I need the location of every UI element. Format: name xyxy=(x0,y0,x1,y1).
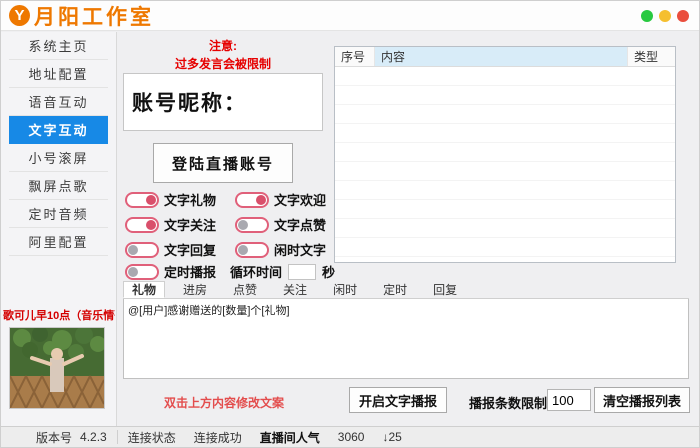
tab-timed[interactable]: 定时 xyxy=(375,281,415,298)
connection-status-label: 连接状态 xyxy=(128,429,176,446)
toggle-knob xyxy=(238,220,248,230)
tab-like[interactable]: 点赞 xyxy=(225,281,265,298)
sidebar-item-address-config[interactable]: 地址配置 xyxy=(9,60,108,88)
tab-follow[interactable]: 关注 xyxy=(275,281,315,298)
idle-text-toggle[interactable] xyxy=(235,242,269,258)
timed-broadcast-toggle[interactable] xyxy=(125,264,159,280)
sidebar-item-home[interactable]: 系统主页 xyxy=(9,32,108,60)
column-header-type: 类型 xyxy=(628,47,673,66)
promo-photo xyxy=(9,327,105,409)
sidebar-item-timed-audio[interactable]: 定时音频 xyxy=(9,200,108,228)
toggle-knob xyxy=(238,245,248,255)
app-window: Y 月阳工作室 系统主页 地址配置 语音互动 文字互动 小号滚屏 飘屏点歌 定时… xyxy=(0,0,700,448)
broadcast-table: 序号 内容 类型 xyxy=(334,46,676,263)
text-welcome-label: 文字欢迎 xyxy=(274,190,326,209)
toggle-knob xyxy=(128,267,138,277)
text-like-toggle[interactable] xyxy=(235,217,269,233)
broadcast-table-body[interactable] xyxy=(335,67,675,262)
broadcast-limit-label: 播报条数限制 xyxy=(469,393,547,412)
account-nickname-box: 账号昵称： xyxy=(123,73,323,131)
version-value: 4.2.3 xyxy=(80,430,107,444)
titlebar: Y 月阳工作室 xyxy=(1,1,700,31)
app-title: 月阳工作室 xyxy=(34,1,154,31)
text-reply-toggle[interactable] xyxy=(125,242,159,258)
broadcast-table-header: 序号 内容 类型 xyxy=(335,47,675,67)
toggle-knob xyxy=(256,195,266,205)
window-maximize-button[interactable] xyxy=(641,10,653,22)
photo-illustration xyxy=(10,328,104,408)
sidebar-item-float-song[interactable]: 飘屏点歌 xyxy=(9,172,108,200)
toggle-knob xyxy=(146,220,156,230)
tab-reply[interactable]: 回复 xyxy=(425,281,465,298)
column-header-index: 序号 xyxy=(335,47,375,66)
notice-warning: 过多发言会被限制 xyxy=(123,55,323,72)
tab-gift[interactable]: 礼物 xyxy=(123,281,165,298)
sidebar-item-ali-config[interactable]: 阿里配置 xyxy=(9,228,108,256)
login-live-account-button[interactable]: 登陆直播账号 xyxy=(153,143,293,183)
template-editor[interactable]: @[用户]感谢赠送的[数量]个[礼物] xyxy=(123,299,689,379)
edit-hint-text: 双击上方内容修改文案 xyxy=(164,394,284,411)
toggle-grid: 文字礼物 文字欢迎 文字关注 文字点赞 文字回复 闲时文字 xyxy=(125,187,345,262)
statusbar-divider xyxy=(117,430,118,444)
loop-time-label: 循环时间 xyxy=(230,262,282,281)
text-gift-toggle[interactable] xyxy=(125,192,159,208)
clear-broadcast-list-button[interactable]: 清空播报列表 xyxy=(594,387,690,413)
loop-time-input[interactable] xyxy=(288,264,316,280)
promo-caption: 歌可儿早10点（音乐情歌小 xyxy=(3,307,115,323)
tab-idle[interactable]: 闲时 xyxy=(325,281,365,298)
version-label: 版本号 xyxy=(36,429,72,446)
text-welcome-toggle[interactable] xyxy=(235,192,269,208)
broadcast-limit-input[interactable] xyxy=(547,389,591,411)
popularity-label: 直播间人气 xyxy=(260,429,320,446)
popularity-delta: ↓25 xyxy=(382,430,401,444)
message-tabs: 礼物 进房 点赞 关注 闲时 定时 回复 xyxy=(123,281,689,299)
sidebar-item-text-interaction[interactable]: 文字互动 xyxy=(9,116,108,144)
text-reply-label: 文字回复 xyxy=(164,240,216,259)
app-logo-icon: Y xyxy=(9,5,30,26)
text-gift-label: 文字礼物 xyxy=(164,190,216,209)
account-nickname-label: 账号昵称： xyxy=(132,87,247,117)
toggle-knob xyxy=(146,195,156,205)
text-like-label: 文字点赞 xyxy=(274,215,326,234)
window-minimize-button[interactable] xyxy=(659,10,671,22)
popularity-value: 3060 xyxy=(338,430,365,444)
timed-broadcast-label: 定时播报 xyxy=(164,262,216,281)
sidebar-item-voice-interaction[interactable]: 语音互动 xyxy=(9,88,108,116)
loop-time-unit: 秒 xyxy=(322,262,335,281)
sidebar-item-alt-account-scroll[interactable]: 小号滚屏 xyxy=(9,144,108,172)
idle-text-label: 闲时文字 xyxy=(274,240,326,259)
toggle-knob xyxy=(128,245,138,255)
column-header-content: 内容 xyxy=(375,47,628,66)
statusbar: 版本号 4.2.3 连接状态 连接成功 直播间人气 3060 ↓25 xyxy=(1,426,700,447)
notice-title: 注意: xyxy=(123,37,323,54)
connection-status-value: 连接成功 xyxy=(194,429,242,446)
text-follow-toggle[interactable] xyxy=(125,217,159,233)
tab-enter-room[interactable]: 进房 xyxy=(175,281,215,298)
text-follow-label: 文字关注 xyxy=(164,215,216,234)
window-close-button[interactable] xyxy=(677,10,689,22)
start-text-broadcast-button[interactable]: 开启文字播报 xyxy=(349,387,447,413)
timed-broadcast-row: 定时播报 循环时间 秒 xyxy=(125,262,335,281)
